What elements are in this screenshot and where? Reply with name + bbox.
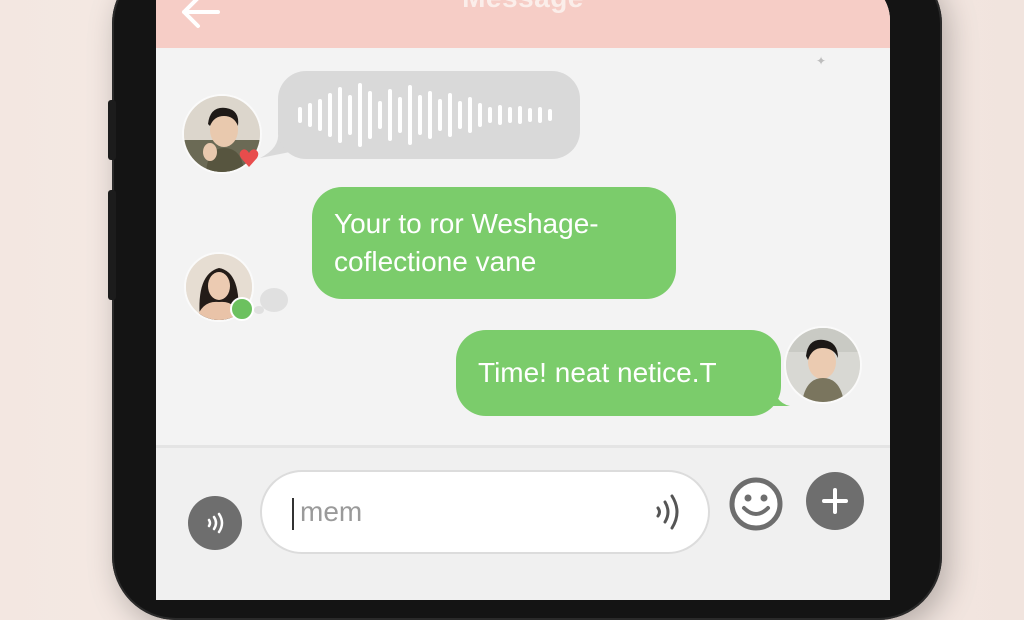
plus-icon	[822, 488, 848, 514]
waveform-icon	[298, 83, 552, 147]
sparkle-icon: ✦	[816, 54, 827, 68]
online-status-icon	[230, 297, 254, 321]
heart-icon	[238, 147, 260, 169]
typing-indicator-icon	[260, 288, 288, 312]
message-bubble[interactable]: Time! neat netice.T	[456, 330, 781, 416]
message-input[interactable]: mem	[260, 470, 710, 554]
add-button[interactable]	[806, 472, 864, 530]
message-text: coflectione vane	[334, 246, 537, 277]
message-bubble[interactable]: Your to ror Weshage- coflectione vane	[312, 187, 676, 299]
message-input-value: mem	[300, 496, 363, 527]
header-bar: Message	[156, 0, 890, 48]
message-text: Your to ror Weshage-	[334, 208, 599, 239]
phone-side-button	[108, 100, 116, 160]
page-title: Message	[156, 0, 890, 14]
voice-input-button[interactable]	[188, 496, 242, 550]
text-cursor	[292, 498, 294, 530]
voice-wave-icon[interactable]	[654, 492, 684, 537]
smiley-icon[interactable]	[728, 476, 784, 537]
voice-wave-icon	[207, 512, 224, 534]
typing-indicator-icon	[254, 306, 264, 314]
phone-side-button	[108, 190, 116, 300]
avatar[interactable]	[784, 326, 862, 404]
chat-screen: Message ✦	[156, 0, 890, 600]
voice-message-bubble[interactable]	[278, 71, 580, 159]
bubble-tail	[760, 378, 790, 413]
message-text: Time! neat netice.T	[478, 357, 717, 388]
